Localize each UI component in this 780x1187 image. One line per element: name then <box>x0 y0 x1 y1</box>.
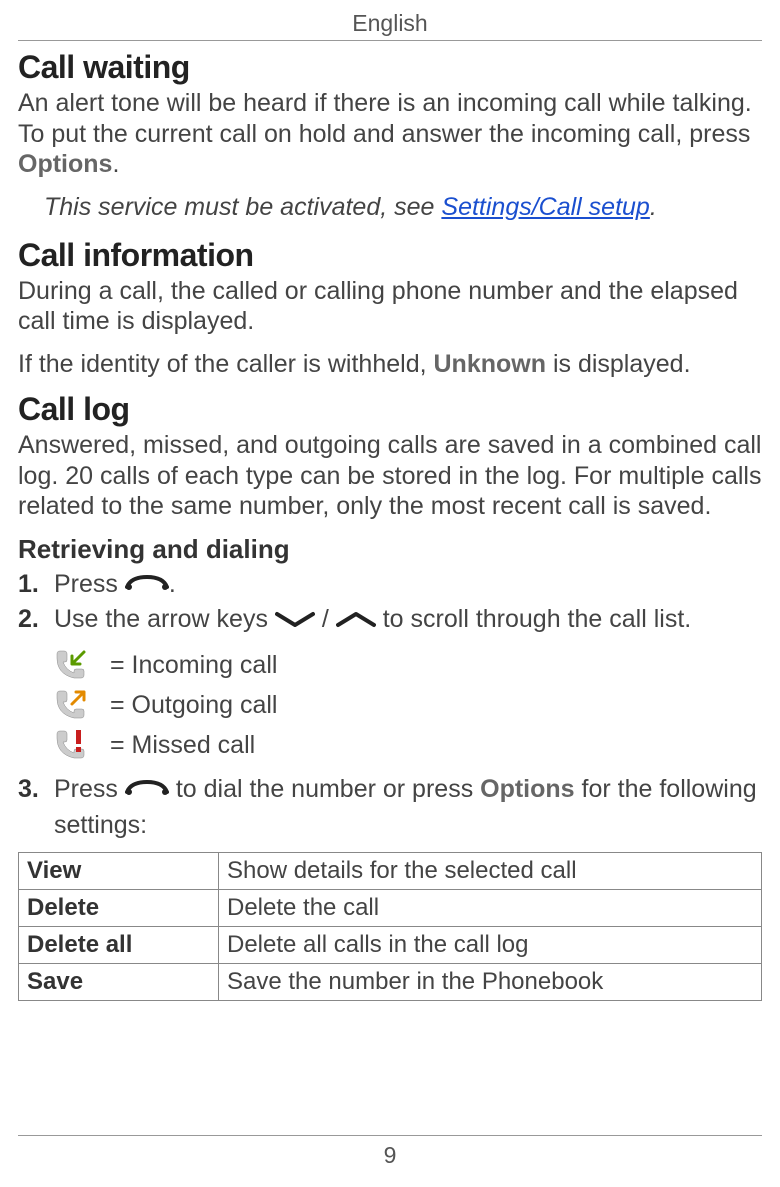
call-waiting-body: An alert tone will be heard if there is … <box>18 88 762 180</box>
heading-call-waiting: Call waiting <box>18 49 762 86</box>
page-header: English <box>18 0 762 41</box>
text: If the identity of the caller is withhel… <box>18 350 434 378</box>
option-label: Delete all <box>19 927 219 964</box>
unknown-label: Unknown <box>434 350 547 378</box>
option-label: Save <box>19 964 219 1001</box>
text: to dial the number or press <box>176 775 480 803</box>
page-number: 9 <box>18 1135 762 1187</box>
list-item: 3. Press to dial the number or press Opt… <box>18 772 762 842</box>
call-info-p1: During a call, the called or calling pho… <box>18 276 762 337</box>
step-number: 2. <box>18 602 54 637</box>
list-item: = Incoming call <box>54 648 762 682</box>
table-row: Delete Delete the call <box>19 890 762 927</box>
table-row: Save Save the number in the Phonebook <box>19 964 762 1001</box>
step-number: 3. <box>18 772 54 807</box>
text: = Missed call <box>110 731 255 760</box>
text: . <box>650 193 657 221</box>
text: . <box>169 570 176 598</box>
option-label: View <box>19 853 219 890</box>
call-waiting-note: This service must be activated, see Sett… <box>44 192 762 223</box>
list-item: = Missed call <box>54 728 762 762</box>
option-desc: Delete the call <box>219 890 762 927</box>
incoming-call-icon <box>54 648 110 682</box>
option-label: Delete <box>19 890 219 927</box>
options-table: View Show details for the selected call … <box>18 852 762 1001</box>
heading-call-information: Call information <box>18 237 762 274</box>
call-log-body: Answered, missed, and outgoing calls are… <box>18 430 762 522</box>
text: / <box>322 605 336 633</box>
call-info-p2: If the identity of the caller is withhel… <box>18 349 762 380</box>
heading-call-log: Call log <box>18 391 762 428</box>
list-item: = Outgoing call <box>54 688 762 722</box>
outgoing-call-icon <box>54 688 110 722</box>
arrow-up-icon <box>336 604 376 639</box>
heading-retrieving-dialing: Retrieving and dialing <box>18 534 762 565</box>
arrow-down-icon <box>275 604 315 639</box>
option-desc: Show details for the selected call <box>219 853 762 890</box>
text: Press <box>54 570 125 598</box>
text: is displayed. <box>546 350 691 378</box>
list-item: 1. Press . <box>18 567 762 603</box>
text: . <box>112 150 119 178</box>
step-number: 1. <box>18 567 54 602</box>
settings-call-setup-link[interactable]: Settings/Call setup <box>441 193 649 221</box>
text: = Incoming call <box>110 651 277 680</box>
option-desc: Save the number in the Phonebook <box>219 964 762 1001</box>
missed-call-icon <box>54 728 110 762</box>
call-key-icon <box>125 568 169 603</box>
text: = Outgoing call <box>110 691 277 720</box>
text: Use the arrow keys <box>54 605 275 633</box>
call-key-icon <box>125 773 169 808</box>
options-label: Options <box>18 150 112 178</box>
option-desc: Delete all calls in the call log <box>219 927 762 964</box>
steps-list-cont: 3. Press to dial the number or press Opt… <box>18 772 762 842</box>
text: Press <box>54 775 125 803</box>
table-row: Delete all Delete all calls in the call … <box>19 927 762 964</box>
table-row: View Show details for the selected call <box>19 853 762 890</box>
text: to scroll through the call list. <box>383 605 691 633</box>
steps-list: 1. Press . 2. Use the arrow keys / to sc… <box>18 567 762 638</box>
call-icon-legend: = Incoming call = Outgoing call = Missed… <box>54 648 762 762</box>
list-item: 2. Use the arrow keys / to scroll throug… <box>18 602 762 638</box>
text: An alert tone will be heard if there is … <box>18 89 752 148</box>
options-label: Options <box>480 775 574 803</box>
text: This service must be activated, see <box>44 193 441 221</box>
